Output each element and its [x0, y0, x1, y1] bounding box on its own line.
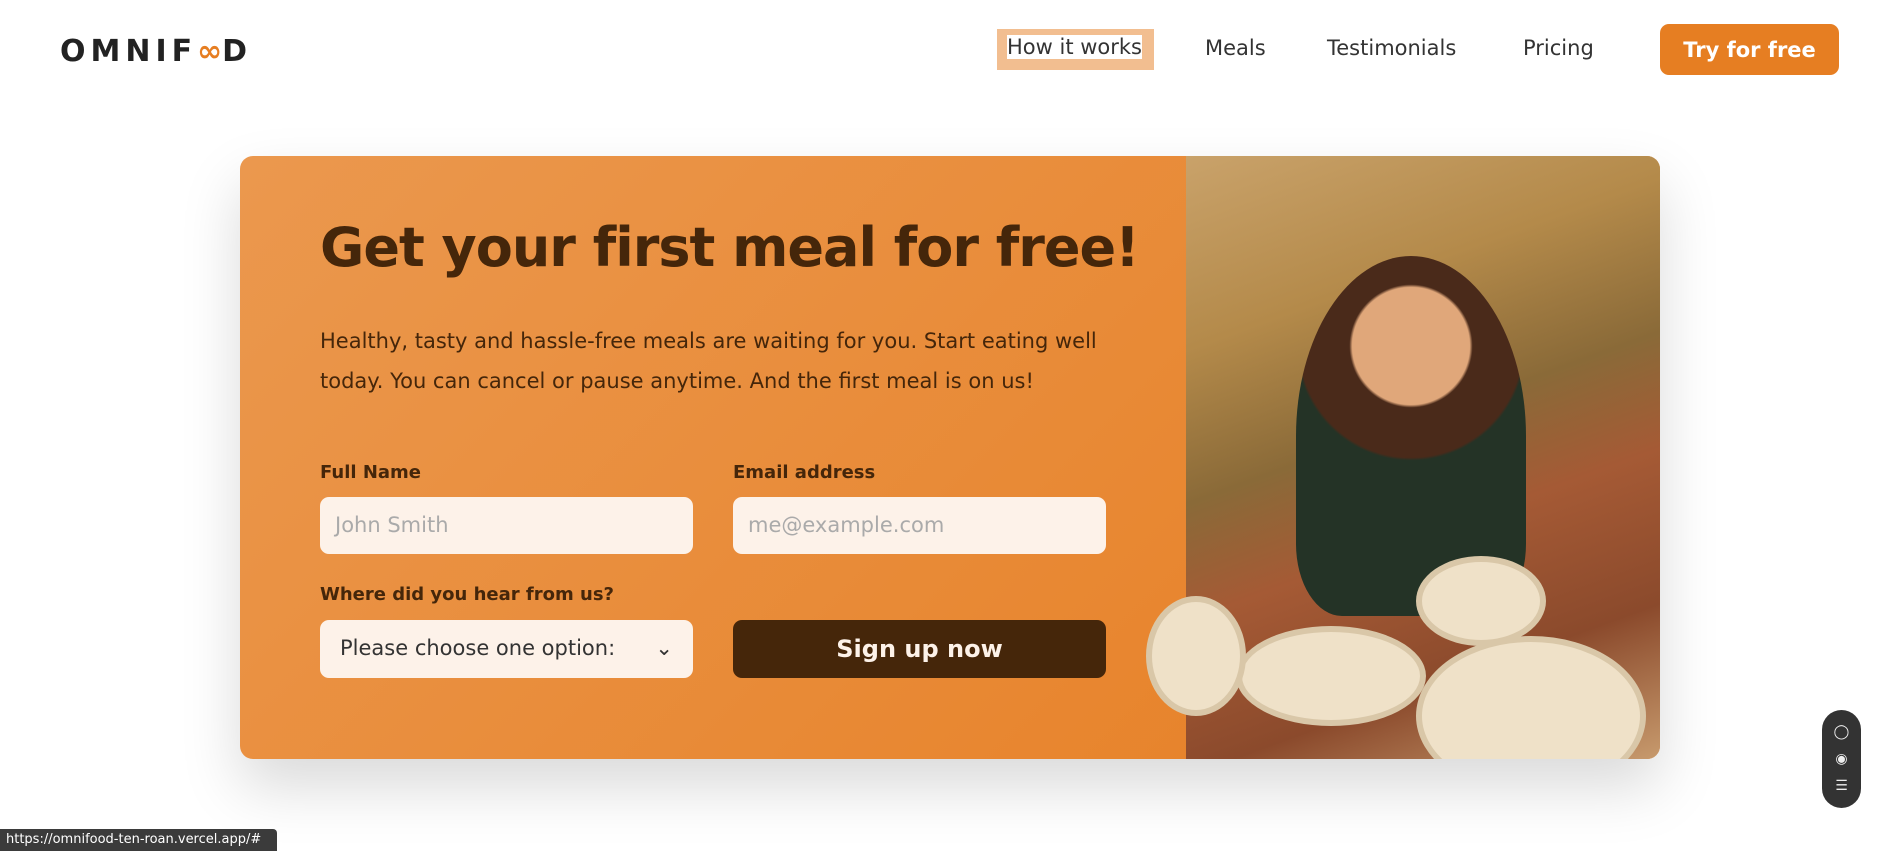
status-bar-url: https://omnifood-ten-roan.vercel.app/# — [0, 829, 277, 851]
menu-icon[interactable]: ☰ — [1835, 778, 1848, 794]
cta-card: Get your first meal for free! Healthy, t… — [240, 156, 1660, 759]
chevron-down-icon: ⌄ — [655, 636, 673, 660]
header: OMNIF ∞ D How it works Meals Testimonials … — [0, 0, 1897, 99]
email-input[interactable]: me@example.com — [733, 497, 1106, 554]
cta-text: Healthy, tasty and hassle-free meals are… — [320, 329, 1097, 393]
email-label: Email address — [733, 462, 876, 483]
nav-meals[interactable]: Meals — [1205, 36, 1266, 60]
sign-up-button[interactable]: Sign up now — [733, 620, 1106, 678]
side-plate-image — [1146, 596, 1246, 716]
logo[interactable]: OMNIF ∞ D — [60, 34, 252, 69]
cta-title: Get your first meal for free! — [320, 216, 1140, 279]
source-select-value: Please choose one option: — [340, 636, 616, 660]
logo-text-end: D — [222, 34, 253, 69]
infinity-icon: ∞ — [197, 34, 222, 69]
source-label: Where did you hear from us? — [320, 584, 614, 605]
comment-icon[interactable]: ◯ — [1834, 724, 1850, 740]
floating-toolbar: ◯ ◉ ☰ — [1822, 710, 1861, 808]
eye-icon[interactable]: ◉ — [1835, 751, 1847, 767]
full-name-label: Full Name — [320, 462, 421, 483]
cta-image — [1146, 156, 1660, 759]
full-name-input[interactable]: John Smith — [320, 497, 693, 554]
source-select[interactable]: Please choose one option: ⌄ — [320, 620, 693, 678]
plate-image — [1236, 626, 1426, 726]
logo-text: OMNIF — [60, 34, 198, 69]
bowl-image — [1416, 556, 1546, 646]
nav-testimonials[interactable]: Testimonials — [1327, 36, 1456, 60]
dumpling-plate-image — [1416, 636, 1646, 759]
nav-how-it-works[interactable]: How it works — [997, 29, 1154, 70]
nav-pricing[interactable]: Pricing — [1523, 36, 1594, 60]
try-for-free-button[interactable]: Try for free — [1660, 24, 1839, 75]
